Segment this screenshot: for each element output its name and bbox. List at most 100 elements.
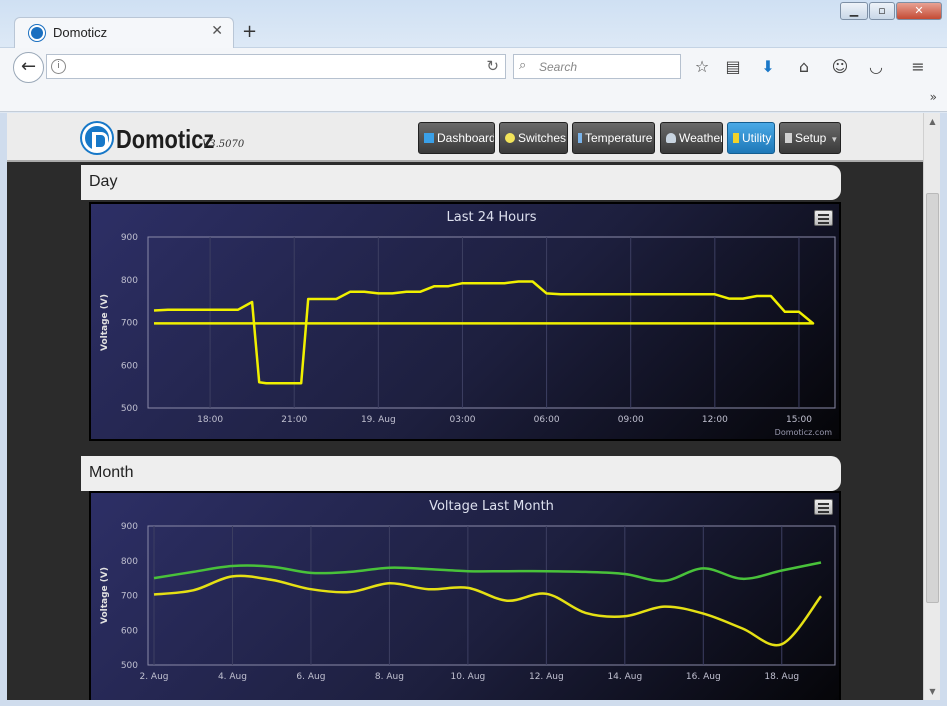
scroll-up-icon[interactable]: ▲	[924, 113, 941, 130]
lightning-icon	[733, 133, 739, 143]
chart-svg: Last 24 Hours Voltage (V) 500 600 700 800 900 1…	[100, 210, 836, 437]
pocket-icon[interactable]: ◡	[865, 56, 887, 78]
search-placeholder: Search	[539, 60, 578, 74]
x-tick-label: 03:00	[449, 415, 475, 425]
window-frame-bottom	[0, 700, 947, 706]
section-month-header: Month	[81, 456, 841, 491]
y-axis-label: Voltage (V)	[100, 567, 110, 624]
x-tick-label: 10. Aug	[451, 672, 486, 682]
emoji-icon[interactable]: ☺	[829, 56, 851, 78]
nav-switches-button[interactable]: Switches	[499, 122, 568, 154]
scrollbar-thumb[interactable]	[926, 193, 939, 603]
logo-text: Domoticz	[116, 124, 215, 154]
section-day-header: Day	[81, 165, 841, 200]
back-icon[interactable]: ←	[13, 52, 44, 83]
y-tick-label: 900	[121, 233, 138, 243]
x-tick-label: 14. Aug	[607, 672, 642, 682]
monitor-icon	[424, 133, 434, 143]
domoticz-logo-icon	[82, 123, 112, 153]
menu-icon[interactable]: ≡	[907, 56, 929, 78]
chart-title: Voltage Last Month	[429, 499, 554, 514]
y-tick-label: 800	[121, 557, 138, 567]
x-tick-label: 12:00	[702, 415, 728, 425]
nav-utility-button[interactable]: Utility	[727, 122, 775, 154]
x-tick-label: 16. Aug	[686, 672, 721, 682]
info-icon[interactable]: i	[51, 59, 66, 74]
y-tick-label: 700	[121, 592, 138, 602]
window-frame-right	[940, 113, 947, 700]
y-tick-label: 500	[121, 404, 138, 414]
chart-last-24-hours: Last 24 Hours Voltage (V) 500 600 700 800 900 1…	[89, 202, 841, 441]
nav-dashboard-button[interactable]: Dashboard	[418, 122, 495, 154]
tab-title: Domoticz	[53, 25, 108, 40]
download-icon[interactable]: ⬇	[757, 56, 779, 78]
nav-label: Dashboard	[437, 131, 495, 145]
browser-toolbar: ← i ↻ ⌕ Search ☆ ▤ ⬇ ⌂ ☺ ◡ ≡	[0, 48, 947, 88]
chart-menu-button[interactable]	[814, 210, 833, 226]
nav-label: Temperature	[585, 131, 653, 145]
title-bar: Domoticz ✕ + ▁ ▫ ✕	[0, 0, 947, 48]
page-viewport: Domoticz V3.5070 Dashboard Switches Temp…	[7, 113, 923, 700]
search-icon: ⌕	[519, 58, 527, 73]
maximize-icon[interactable]: ▫	[869, 2, 895, 20]
x-tick-label: 15:00	[786, 415, 812, 425]
reload-icon[interactable]: ↻	[486, 57, 499, 75]
search-input[interactable]: ⌕ Search	[513, 54, 681, 79]
y-tick-label: 900	[121, 522, 138, 532]
new-tab-icon[interactable]: +	[242, 21, 257, 42]
nav-label: Utility	[742, 131, 772, 145]
nav-label: Switches	[518, 131, 567, 145]
y-tick-label: 800	[121, 276, 138, 286]
app-header: Domoticz V3.5070 Dashboard Switches Temp…	[7, 113, 923, 162]
bookmarks-bar: »	[0, 88, 947, 112]
section-title: Day	[89, 173, 118, 190]
section-title: Month	[89, 464, 134, 481]
bulb-icon	[505, 133, 515, 143]
y-tick-label: 500	[121, 661, 138, 671]
chart-credit: Domoticz.com	[775, 428, 833, 437]
tab-close-icon[interactable]: ✕	[211, 23, 223, 39]
x-tick-label: 18. Aug	[764, 672, 799, 682]
dropdown-caret-icon: ▼	[830, 135, 839, 144]
y-axis-label: Voltage (V)	[100, 294, 110, 351]
x-tick-label: 21:00	[281, 415, 307, 425]
nav-label: Weather	[679, 131, 723, 145]
x-tick-label: 12. Aug	[529, 672, 564, 682]
cloud-icon	[666, 133, 676, 143]
x-tick-label: 06:00	[534, 415, 560, 425]
url-input[interactable]: i ↻	[46, 54, 506, 79]
series-line-2	[153, 574, 822, 647]
chart-svg: Voltage Last Month Voltage (V) 500 600 700 80…	[100, 499, 836, 682]
vertical-scrollbar[interactable]: ▲ ▼	[923, 113, 940, 700]
nav-label: Setup	[795, 131, 827, 145]
x-tick-label: 4. Aug	[218, 672, 247, 682]
thermometer-icon	[578, 133, 582, 143]
chart-menu-button[interactable]	[814, 499, 833, 515]
nav-setup-button[interactable]: Setup ▼	[779, 122, 841, 154]
browser-tab[interactable]: Domoticz ✕	[14, 17, 234, 48]
series-line-1	[153, 280, 815, 385]
x-tick-label: 8. Aug	[375, 672, 404, 682]
tools-icon	[785, 133, 792, 143]
chart-voltage-last-month: Voltage Last Month Voltage (V) 500 600 700 80…	[89, 491, 841, 700]
x-tick-label: 18:00	[197, 415, 223, 425]
domoticz-favicon-icon	[29, 25, 45, 41]
chart-title: Last 24 Hours	[447, 210, 537, 225]
y-tick-label: 600	[121, 626, 138, 636]
minimize-icon[interactable]: ▁	[840, 2, 868, 20]
nav-temperature-button[interactable]: Temperature	[572, 122, 655, 154]
nav-weather-button[interactable]: Weather	[660, 122, 723, 154]
reading-list-icon[interactable]: ▤	[722, 56, 744, 78]
x-tick-label: 09:00	[618, 415, 644, 425]
bookmark-star-icon[interactable]: ☆	[691, 56, 713, 78]
window-close-icon[interactable]: ✕	[896, 2, 942, 20]
window-frame-left	[0, 113, 7, 700]
x-tick-label: 6. Aug	[296, 672, 325, 682]
version-label: V3.5070	[202, 139, 245, 150]
home-icon[interactable]: ⌂	[793, 56, 815, 78]
chevron-right-icon[interactable]: »	[930, 90, 937, 104]
y-tick-label: 600	[121, 361, 138, 371]
x-tick-label: 19. Aug	[361, 415, 396, 425]
scroll-down-icon[interactable]: ▼	[924, 683, 941, 700]
y-tick-label: 700	[121, 319, 138, 329]
